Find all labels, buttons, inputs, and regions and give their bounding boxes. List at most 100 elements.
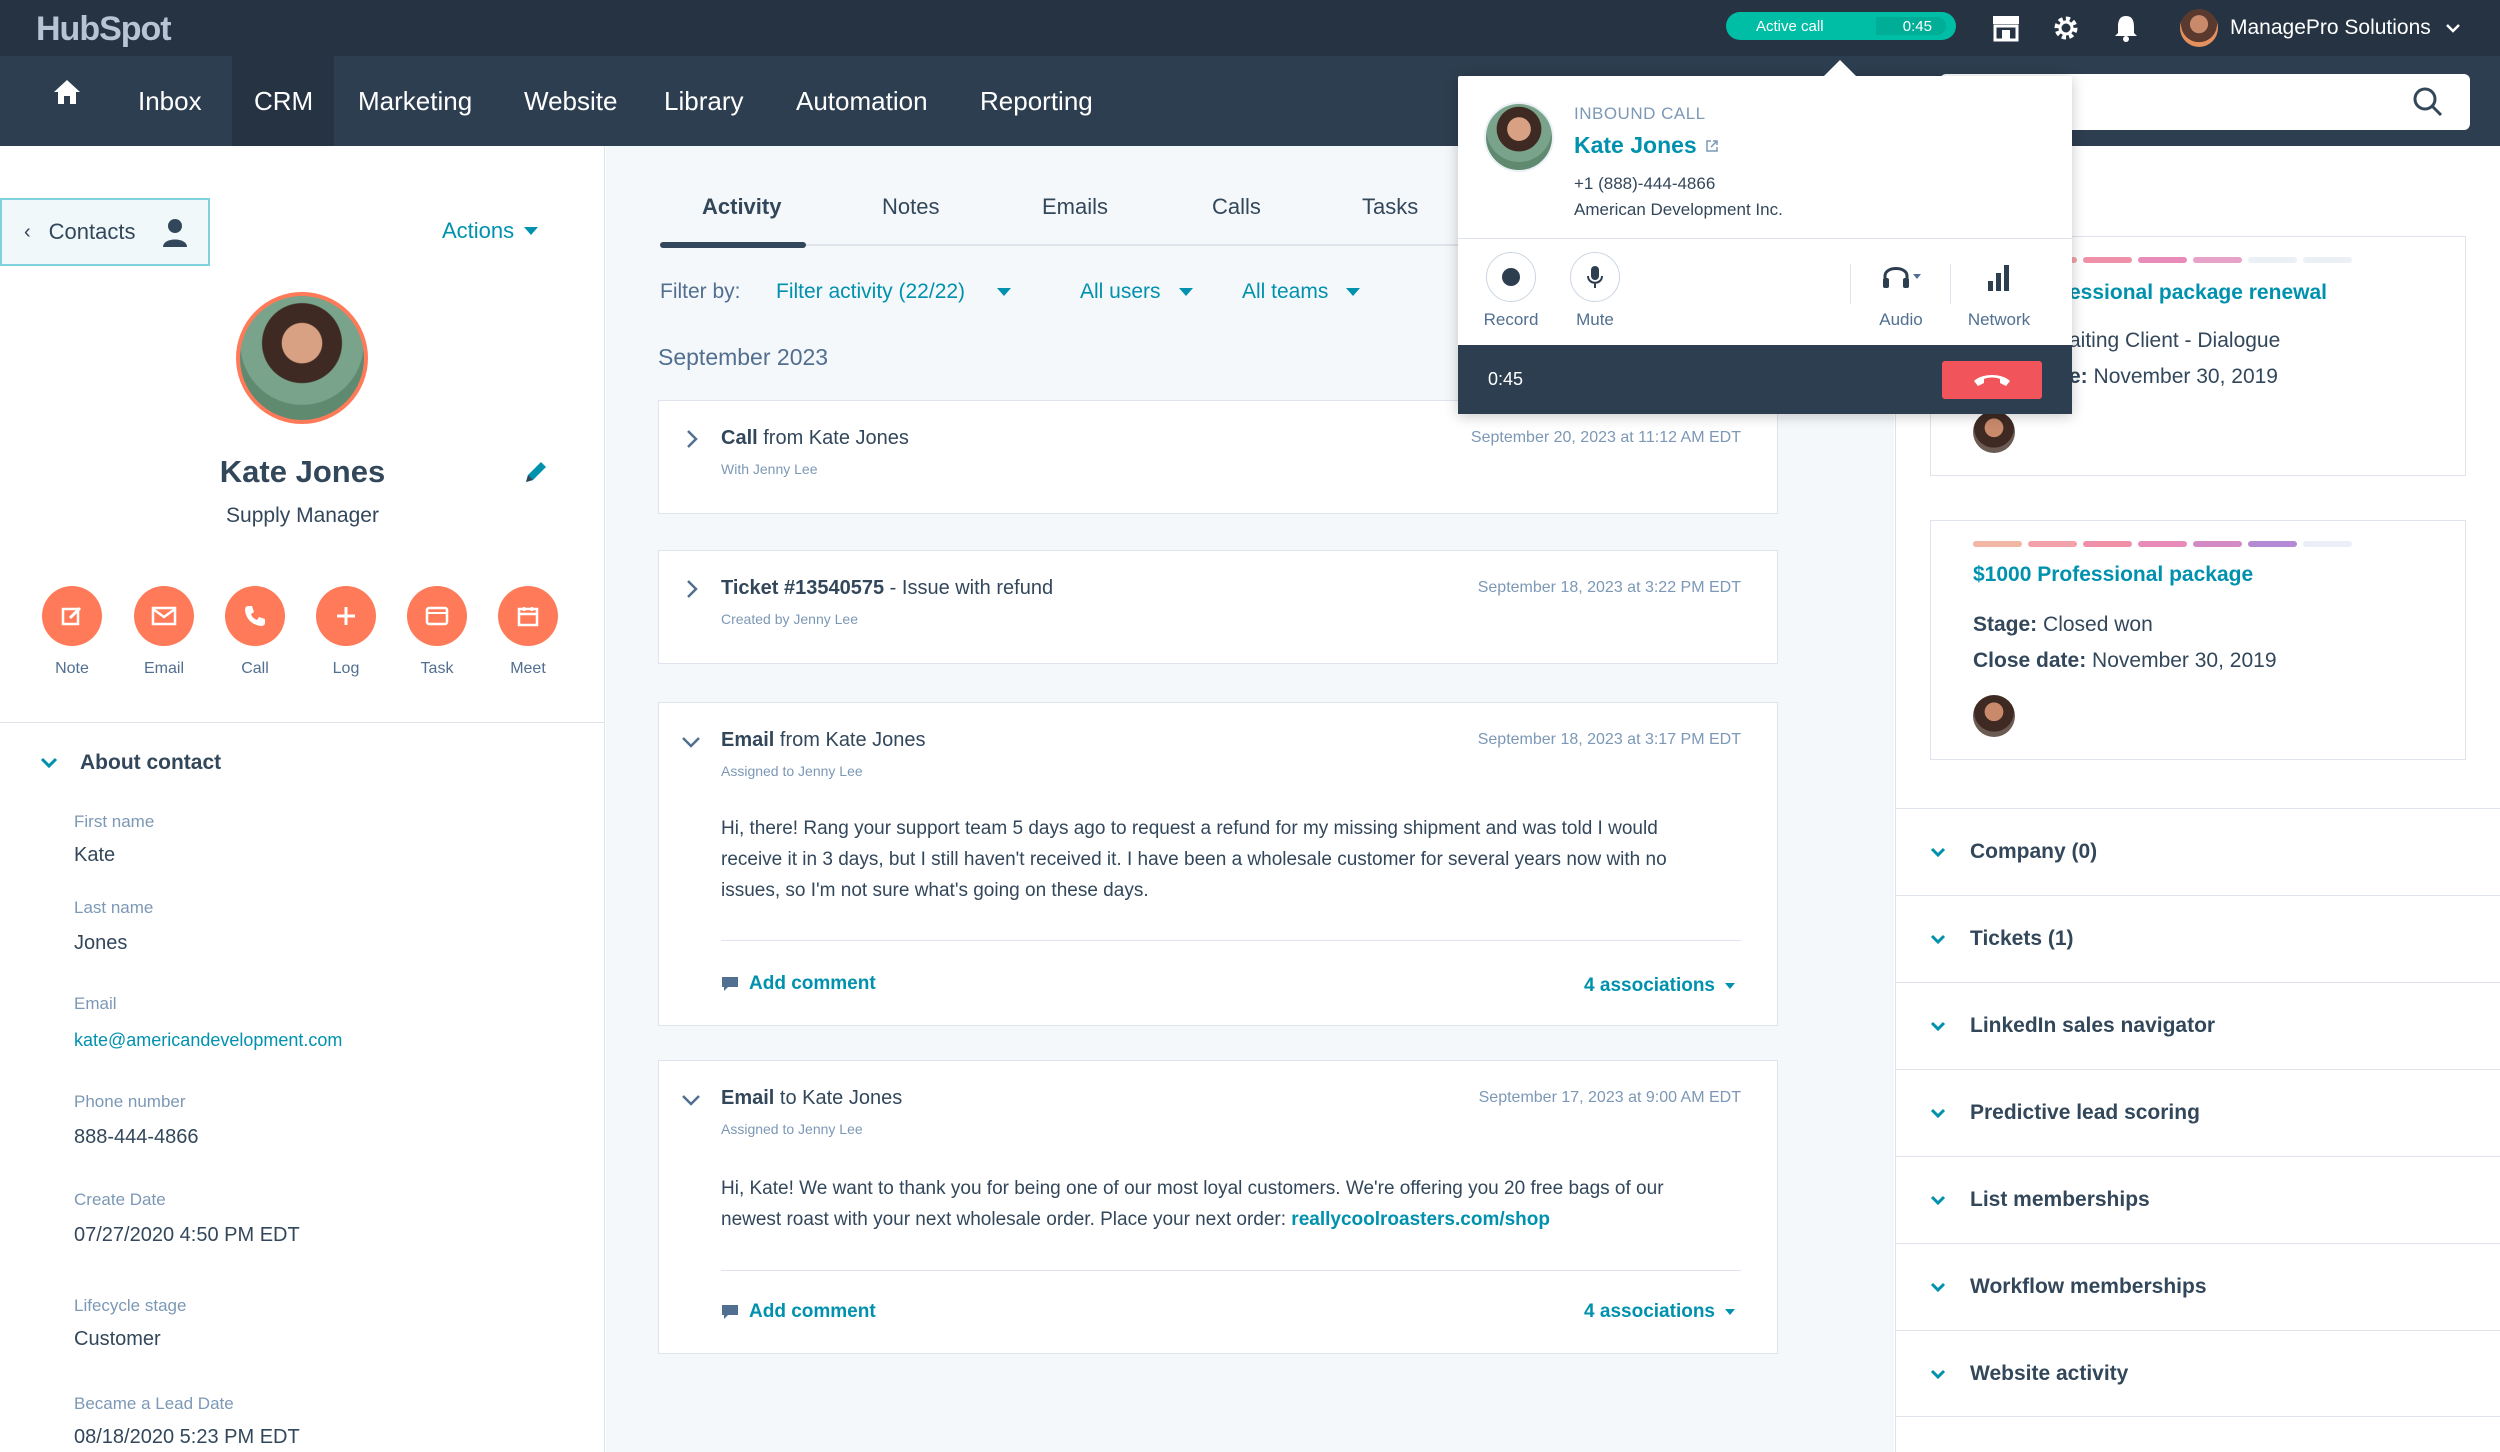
- field-email[interactable]: kate@americandevelopment.com: [74, 1030, 342, 1051]
- active-call-time: 0:45: [1902, 17, 1932, 35]
- filter-activity-dropdown[interactable]: Filter activity (22/22): [776, 280, 1012, 304]
- activity-timestamp: September 20, 2023 at 11:12 AM EDT: [1470, 429, 1741, 446]
- nav-marketing[interactable]: Marketing: [336, 56, 494, 146]
- chevron-down-icon[interactable]: [681, 735, 701, 749]
- account-avatar: [2180, 9, 2218, 47]
- about-contact-toggle[interactable]: About contact: [40, 751, 221, 775]
- field-label-lead-date: Became a Lead Date: [74, 1394, 234, 1413]
- actions-dropdown[interactable]: Actions: [442, 218, 539, 244]
- microphone-icon: [1570, 252, 1620, 302]
- filter-users-dropdown[interactable]: All users: [1080, 280, 1193, 304]
- field-label-last-name: Last name: [74, 898, 154, 917]
- account-name: ManagePro Solutions: [2230, 16, 2431, 39]
- section-website-activity[interactable]: Website activity: [1896, 1330, 2500, 1417]
- associations-dropdown[interactable]: 4 associations: [1584, 1301, 1735, 1323]
- tab-calls[interactable]: Calls: [1212, 194, 1261, 220]
- activity-title: Ticket #13540575 - Issue with refund: [721, 577, 1054, 599]
- chevron-down-icon: [40, 757, 58, 769]
- field-create-date[interactable]: 07/27/2020 4:50 PM EDT: [74, 1224, 300, 1247]
- add-comment-button[interactable]: Add comment: [721, 973, 876, 995]
- deal-stage: Stage: Closed won: [1973, 613, 2153, 636]
- back-to-contacts-button[interactable]: ‹ Contacts: [0, 198, 210, 266]
- section-label: Website activity: [1970, 1361, 2129, 1385]
- activity-card-call[interactable]: Call from Kate Jones With Jenny Lee Sept…: [658, 400, 1778, 514]
- chevron-down-icon: [1930, 934, 1946, 944]
- network-status[interactable]: Network: [1954, 252, 2044, 330]
- record-button[interactable]: Record: [1466, 252, 1556, 330]
- chevron-down-icon[interactable]: [681, 1093, 701, 1107]
- activity-timestamp: September 17, 2023 at 9:00 AM EDT: [1478, 1089, 1741, 1106]
- email-body: Hi, there! Rang your support team 5 days…: [721, 818, 1667, 901]
- field-lifecycle-stage[interactable]: Customer: [74, 1328, 161, 1351]
- section-predictive-lead-scoring[interactable]: Predictive lead scoring: [1896, 1069, 2500, 1156]
- deal-title[interactable]: $1000 Professional package: [1973, 563, 2253, 587]
- associations-dropdown[interactable]: 4 associations: [1584, 975, 1735, 997]
- month-heading: September 2023: [658, 344, 829, 370]
- quick-action-task[interactable]: Task: [397, 586, 477, 678]
- settings-gear-icon[interactable]: [2050, 12, 2082, 44]
- top-bar: HubSpot Active call 0:45 ManagePro Solut…: [0, 0, 2500, 56]
- add-comment-label: Add comment: [749, 973, 876, 994]
- edit-pencil-icon[interactable]: [522, 458, 550, 491]
- nav-inbox[interactable]: Inbox: [116, 56, 224, 146]
- quick-action-email[interactable]: Email: [124, 586, 204, 678]
- note-icon: [42, 586, 102, 646]
- mute-label: Mute: [1576, 310, 1614, 329]
- field-last-name[interactable]: Jones: [74, 932, 127, 955]
- quick-action-meet[interactable]: Meet: [488, 586, 568, 678]
- chevron-down-icon: [2445, 24, 2460, 33]
- section-linkedin-sales-navigator[interactable]: LinkedIn sales navigator: [1896, 982, 2500, 1069]
- deal-card-professional[interactable]: $1000 Professional package Stage: Closed…: [1930, 520, 2466, 760]
- section-list-memberships[interactable]: List memberships: [1896, 1156, 2500, 1243]
- tab-notes[interactable]: Notes: [882, 194, 939, 220]
- chevron-right-icon[interactable]: [685, 429, 699, 449]
- tab-tasks[interactable]: Tasks: [1362, 194, 1418, 220]
- tab-activity[interactable]: Activity: [702, 194, 781, 220]
- quick-action-log[interactable]: Log: [306, 586, 386, 678]
- activity-card-email-received[interactable]: Email from Kate Jones Assigned to Jenny …: [658, 702, 1778, 1026]
- search-icon[interactable]: [2412, 86, 2444, 118]
- chevron-left-icon: ‹: [24, 220, 31, 243]
- chevron-right-icon[interactable]: [685, 579, 699, 599]
- section-workflow-memberships[interactable]: Workflow memberships: [1896, 1243, 2500, 1330]
- deal-close-date: Close date: November 30, 2019: [1973, 649, 2277, 672]
- nav-reporting[interactable]: Reporting: [958, 56, 1115, 146]
- marketplace-icon[interactable]: [1990, 12, 2022, 44]
- home-icon[interactable]: [52, 78, 92, 118]
- activity-card-email-sent[interactable]: Email to Kate Jones Assigned to Jenny Le…: [658, 1060, 1778, 1354]
- activity-subtitle: Assigned to Jenny Lee: [721, 763, 863, 779]
- field-label-phone: Phone number: [74, 1092, 186, 1111]
- hang-up-button[interactable]: [1942, 361, 2042, 399]
- quick-action-call[interactable]: Call: [215, 586, 295, 678]
- notifications-bell-icon[interactable]: [2110, 12, 2142, 44]
- nav-website[interactable]: Website: [502, 56, 639, 146]
- shop-link[interactable]: reallycoolroasters.com/shop: [1291, 1209, 1550, 1230]
- field-phone[interactable]: 888-444-4866: [74, 1126, 199, 1149]
- caller-company: American Development Inc.: [1574, 200, 1783, 219]
- activity-card-ticket[interactable]: Ticket #13540575 - Issue with refund Cre…: [658, 550, 1778, 664]
- filter-teams-dropdown[interactable]: All teams: [1242, 280, 1361, 304]
- nav-crm[interactable]: CRM: [232, 56, 334, 146]
- hubspot-logo[interactable]: HubSpot: [36, 10, 172, 49]
- audio-dropdown[interactable]: Audio: [1856, 252, 1946, 330]
- section-company[interactable]: Company (0): [1896, 808, 2500, 895]
- activity-timestamp: September 18, 2023 at 3:22 PM EDT: [1477, 579, 1741, 596]
- section-tickets[interactable]: Tickets (1): [1896, 895, 2500, 982]
- email-body: Hi, Kate! We want to thank you for being…: [721, 1178, 1664, 1230]
- section-label: Predictive lead scoring: [1970, 1101, 2200, 1124]
- nav-automation[interactable]: Automation: [774, 56, 950, 146]
- tab-emails[interactable]: Emails: [1042, 194, 1108, 220]
- nav-library[interactable]: Library: [642, 56, 765, 146]
- active-call-pill[interactable]: Active call 0:45: [1726, 12, 1956, 40]
- field-lead-date[interactable]: 08/18/2020 5:23 PM EDT: [74, 1426, 300, 1449]
- quick-action-note[interactable]: Note: [32, 586, 112, 678]
- quick-action-label: Meet: [510, 660, 546, 677]
- caller-name-link[interactable]: Kate Jones: [1574, 132, 1719, 159]
- add-comment-button[interactable]: Add comment: [721, 1301, 876, 1323]
- mute-button[interactable]: Mute: [1550, 252, 1640, 330]
- deal-title[interactable]: essional package renewal: [2069, 281, 2327, 305]
- field-label-lifecycle-stage: Lifecycle stage: [74, 1296, 187, 1315]
- external-link-icon: [1705, 139, 1718, 152]
- field-first-name[interactable]: Kate: [74, 844, 115, 867]
- account-menu[interactable]: ManagePro Solutions: [2180, 8, 2461, 48]
